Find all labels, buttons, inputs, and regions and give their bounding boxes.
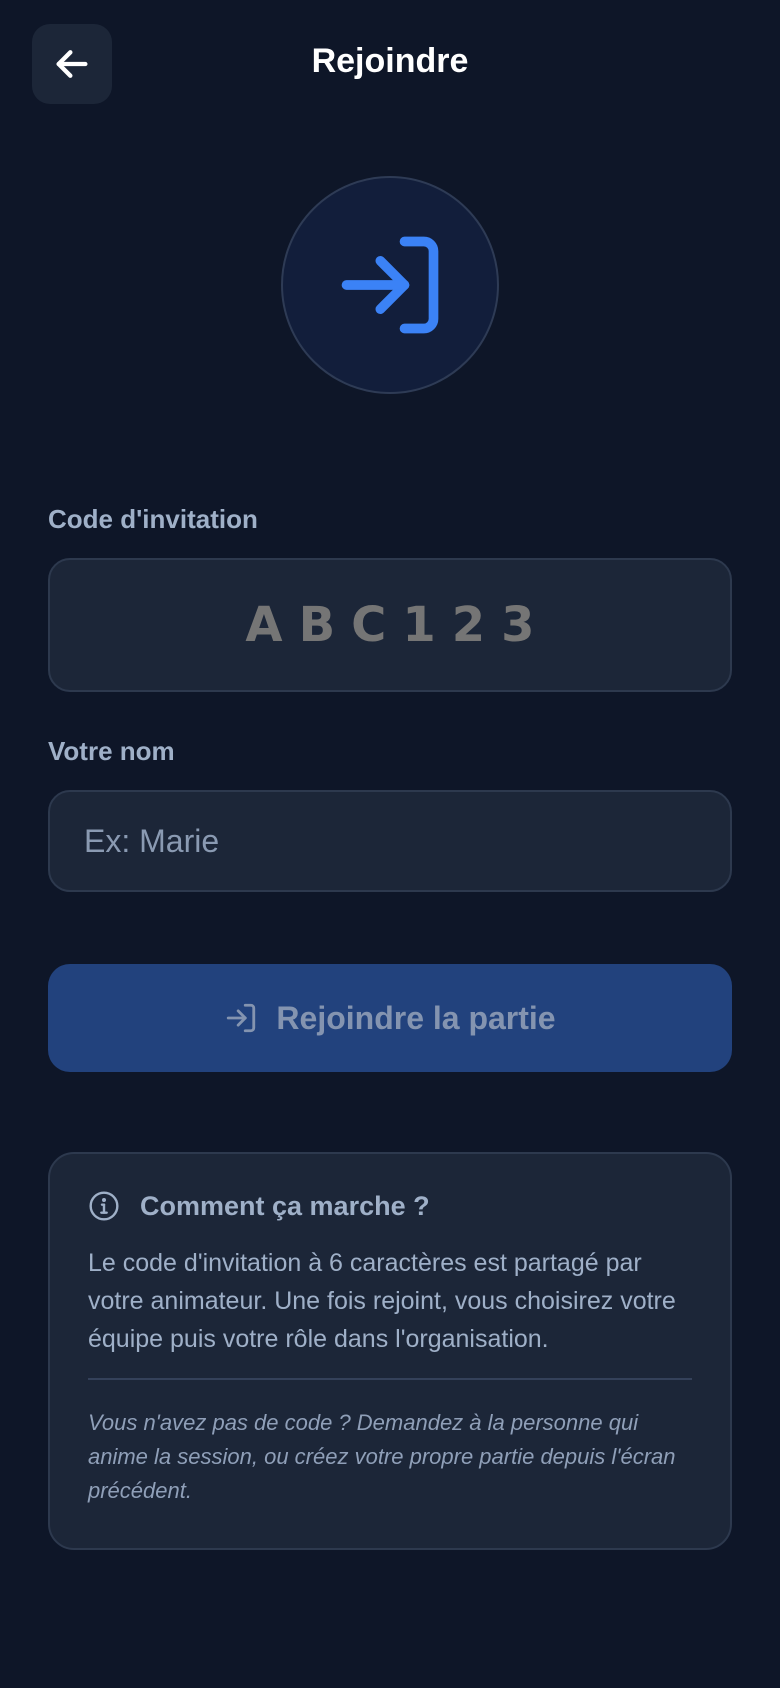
code-label: Code d'invitation (48, 504, 258, 534)
log-in-icon (227, 1003, 256, 1033)
info-note: Vous n'avez pas de code ? Demandez à la … (88, 1410, 676, 1503)
info-card: Comment ça marche ? Le code d'invitation… (48, 1152, 732, 1550)
hero-icon-circle (281, 176, 499, 394)
name-label: Votre nom (48, 736, 175, 766)
page-title: Rejoindre (311, 42, 469, 80)
code-field[interactable] (48, 558, 732, 692)
info-title: Comment ça marche ? (140, 1190, 430, 1221)
info-icon (89, 1191, 119, 1221)
join-screen: Rejoindre Code d'invitation Votre nom Re… (0, 0, 780, 1688)
log-in-icon (341, 236, 439, 334)
info-text: Le code d'invitation à 6 caractères est … (88, 1249, 676, 1353)
name-input[interactable] (50, 822, 730, 860)
join-game-button[interactable]: Rejoindre la partie (48, 964, 732, 1072)
name-field[interactable] (48, 790, 732, 892)
divider (88, 1378, 692, 1380)
invitation-code-input[interactable] (50, 597, 730, 653)
join-button-label: Rejoindre la partie (276, 999, 556, 1036)
info-header: Comment ça marche ? (88, 1190, 692, 1222)
